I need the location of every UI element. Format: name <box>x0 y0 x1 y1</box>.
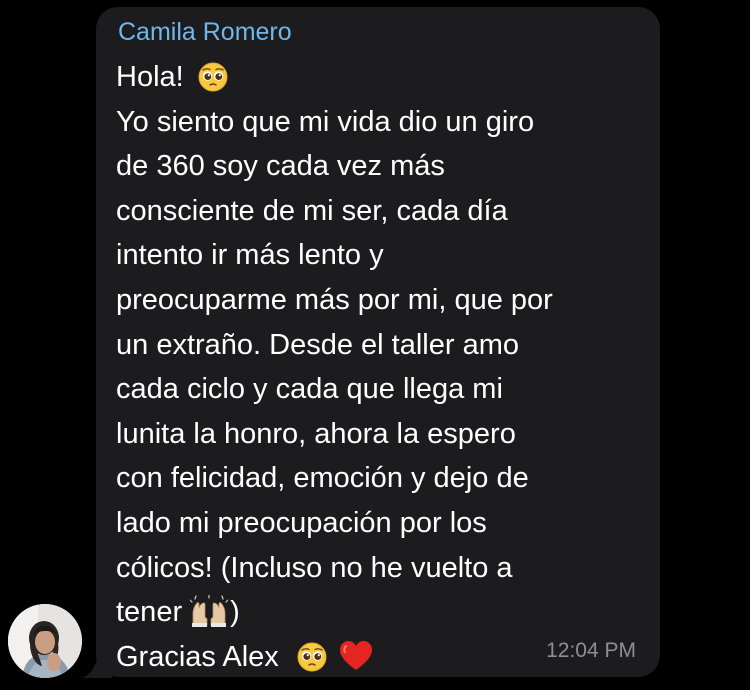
message-text: Hola! Yo siento que mi vida dio un giro … <box>116 55 646 679</box>
message-line: con felicidad, emoción y dejo de <box>116 462 529 495</box>
message-bubble[interactable]: Camila Romero Hola! Yo siento que mi vid… <box>96 7 660 677</box>
raising-hands-emoji <box>189 594 229 641</box>
avatar-photo <box>8 604 82 678</box>
message-line: tener ) <box>116 590 646 635</box>
message-line: cada ciclo y cada que llega mi <box>116 373 503 406</box>
message-line: preocuparme más por mi, que por <box>116 283 553 316</box>
message-line: cólicos! (Incluso no he vuelto a <box>116 551 513 584</box>
sender-avatar[interactable] <box>8 604 82 678</box>
pleading-face-emoji <box>198 61 228 106</box>
pleading-face-emoji <box>297 641 327 686</box>
sender-name[interactable]: Camila Romero <box>118 17 292 47</box>
message-line: de 360 soy cada vez más <box>116 150 445 183</box>
message-line: lunita la honro, ahora la espero <box>116 417 516 450</box>
red-heart-emoji <box>339 640 373 686</box>
chat-area: Camila Romero Hola! Yo siento que mi vid… <box>0 0 750 690</box>
message-line: Yo siento que mi vida dio un giro <box>116 105 535 138</box>
message-line: lado mi preocupación por los <box>116 506 487 539</box>
message-line: Hola! <box>116 55 646 100</box>
message-line: intento ir más lento y <box>116 239 384 272</box>
message-line: consciente de mi ser, cada día <box>116 194 508 227</box>
message-line: un extraño. Desde el taller amo <box>116 328 519 361</box>
message-timestamp: 12:04 PM <box>546 639 636 662</box>
